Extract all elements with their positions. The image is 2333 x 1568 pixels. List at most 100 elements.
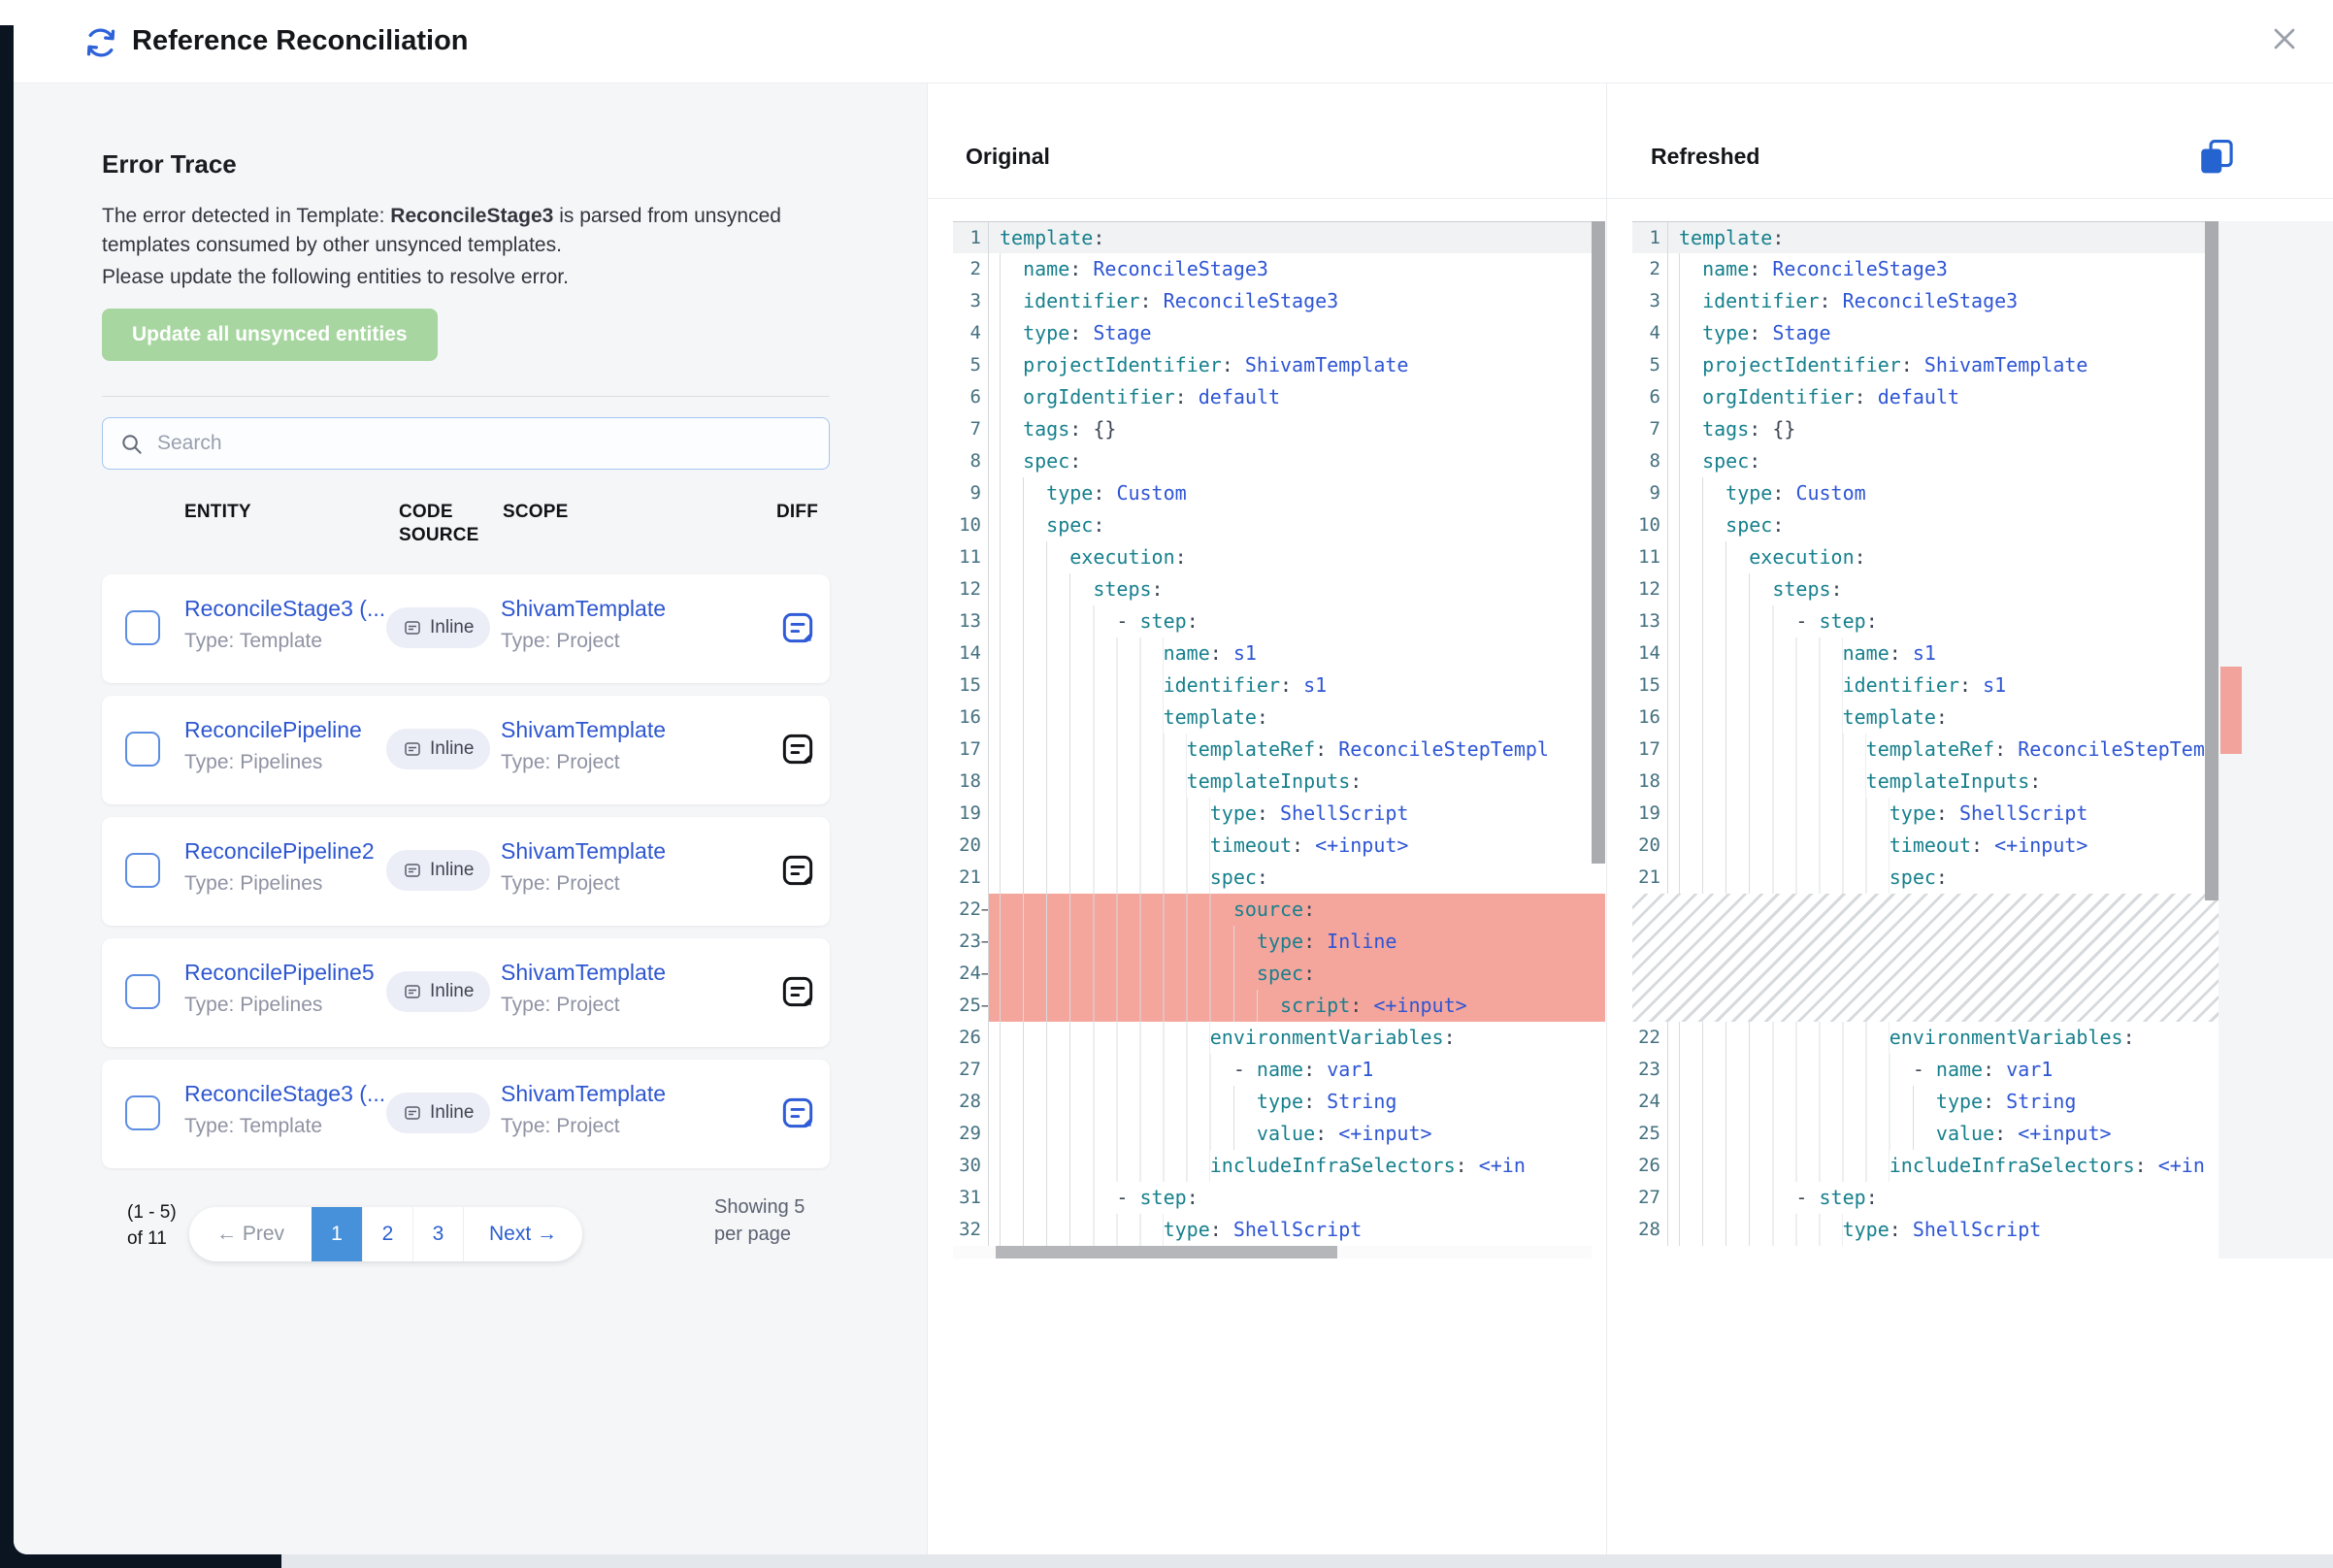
code-line: 15 identifier: s1 [1632, 670, 2218, 702]
update-all-unsynced-entities-button[interactable]: Update all unsynced entities [102, 309, 438, 361]
code-tokens: templateInputs: [1679, 769, 2041, 793]
yaml-key: step [1140, 609, 1187, 633]
table-row[interactable]: ReconcileStage3 (...Type: TemplateInline… [102, 1060, 830, 1168]
code-tokens: spec: [1679, 513, 1784, 537]
original-diff-panel: Original 1template:2 name: ReconcileStag… [927, 83, 1606, 1554]
diff-icon-button[interactable] [779, 852, 816, 889]
code-line-content: execution: [1667, 541, 2218, 573]
yaml-key: step [1820, 1186, 1866, 1209]
code-line-content: template: [988, 702, 1605, 734]
line-number: 5 [1632, 349, 1667, 381]
yaml-key: templateRef [1187, 737, 1315, 761]
diff-icon-button[interactable] [779, 1094, 816, 1131]
table-row[interactable]: ReconcilePipelineType: PipelinesInlineSh… [102, 696, 830, 804]
code-line-content: execution: [988, 541, 1605, 573]
code-tokens: template: [1679, 705, 1948, 729]
code-line: 28 type: String [953, 1086, 1605, 1118]
entity-link[interactable]: ReconcilePipeline5 [184, 960, 375, 985]
entity-link[interactable]: ReconcilePipeline2 [184, 838, 375, 864]
horizontal-scrollbar[interactable] [953, 1246, 1592, 1258]
code-tokens: environmentVariables: [1000, 1026, 1456, 1049]
yaml-value: ShivamTemplate [1924, 353, 2088, 376]
scope-cell: ShivamTemplateType: Project [501, 1081, 724, 1138]
code-source-badge: Inline [386, 729, 490, 769]
search-input[interactable] [157, 418, 817, 469]
page-button-1[interactable]: 1 [312, 1207, 362, 1261]
scope-link[interactable]: ShivamTemplate [501, 717, 666, 742]
code-line-content: identifier: s1 [988, 670, 1605, 702]
entity-link[interactable]: ReconcileStage3 (... [184, 1081, 383, 1106]
line-number: 20 [953, 830, 988, 862]
table-row[interactable]: ReconcilePipeline5Type: PipelinesInlineS… [102, 938, 830, 1047]
line-number: 5 [953, 349, 988, 381]
code-tokens: identifier: ReconcileStage3 [1000, 289, 1338, 312]
yaml-value: Custom [1795, 481, 1865, 505]
yaml-colon: : [1820, 289, 1831, 312]
yaml-key: templateInputs [1187, 769, 1351, 793]
row-checkbox[interactable] [125, 853, 160, 888]
diff-icon-button[interactable] [779, 973, 816, 1010]
code-line-content: type: Stage [1667, 317, 2218, 349]
entity-cell: ReconcileStage3 (...Type: Template [184, 596, 383, 653]
refreshed-code-lines: 1template:2 name: ReconcileStage33 ident… [1632, 221, 2218, 1246]
close-icon[interactable] [2267, 21, 2302, 56]
yaml-value: ReconcileStage3 [1093, 257, 1268, 280]
yaml-colon: : [1175, 385, 1187, 408]
prev-page-button[interactable]: ← Prev [189, 1207, 312, 1261]
scope-link[interactable]: ShivamTemplate [501, 1081, 666, 1106]
code-line: 23 - name: var1 [1632, 1054, 2218, 1086]
yaml-value: ReconcileStage3 [1164, 289, 1339, 312]
code-tokens: orgIdentifier: default [1679, 385, 1959, 408]
yaml-value: <+in [2158, 1154, 2205, 1177]
code-tokens: spec: [1679, 866, 1948, 889]
copy-icon[interactable] [2196, 137, 2237, 178]
code-line-content: identifier: s1 [1667, 670, 2218, 702]
next-page-button[interactable]: Next → [463, 1207, 582, 1261]
pagination-page-size: Showing 5 per page [714, 1193, 809, 1248]
horizontal-scrollbar-thumb[interactable] [996, 1246, 1337, 1258]
code-line-content: environmentVariables: [988, 1022, 1605, 1054]
original-code-editor[interactable]: 1template:2 name: ReconcileStage33 ident… [953, 221, 1605, 1258]
row-checkbox[interactable] [125, 974, 160, 1009]
yaml-key: environmentVariables [1210, 1026, 1444, 1049]
code-line: 10 spec: [1632, 509, 2218, 541]
refreshed-code-editor[interactable]: 1template:2 name: ReconcileStage33 ident… [1632, 221, 2218, 1246]
code-line-content: steps: [988, 573, 1605, 605]
code-line: 20 timeout: <+input> [1632, 830, 2218, 862]
code-tokens: - step: [1679, 609, 1878, 633]
code-tokens: name: ReconcileStage3 [1679, 257, 1948, 280]
scope-link[interactable]: ShivamTemplate [501, 960, 666, 985]
page-button-2[interactable]: 2 [362, 1207, 412, 1261]
vertical-scrollbar[interactable] [1592, 221, 1605, 864]
line-number: 10 [1632, 509, 1667, 541]
yaml-colon: : [1994, 1122, 2006, 1145]
yaml-key: spec [1725, 513, 1772, 537]
line-number: 14 [1632, 637, 1667, 670]
table-row[interactable]: ReconcileStage3 (...Type: TemplateInline… [102, 574, 830, 683]
line-number: 21 [953, 862, 988, 894]
diff-icon-button[interactable] [779, 609, 816, 646]
code-line: 8 spec: [1632, 445, 2218, 477]
table-row[interactable]: ReconcilePipeline2Type: PipelinesInlineS… [102, 817, 830, 926]
entity-link[interactable]: ReconcilePipeline [184, 717, 362, 742]
yaml-key: tags [1023, 417, 1069, 441]
code-line: 30 includeInfraSelectors: <+in [953, 1150, 1605, 1182]
code-line: 16 template: [1632, 702, 2218, 734]
vertical-scrollbar[interactable] [2205, 221, 2218, 900]
entity-link[interactable]: ReconcileStage3 (... [184, 596, 383, 621]
line-number: 2 [953, 253, 988, 285]
line-number: 17 [1632, 734, 1667, 766]
yaml-colon: : [1901, 353, 1913, 376]
yaml-value: ReconcileStepTempl [1338, 737, 1549, 761]
scope-link[interactable]: ShivamTemplate [501, 596, 666, 621]
row-checkbox[interactable] [125, 1095, 160, 1130]
yaml-key: type [1843, 1218, 1889, 1241]
scope-link[interactable]: ShivamTemplate [501, 838, 666, 864]
page-button-3[interactable]: 3 [412, 1207, 463, 1261]
yaml-key: includeInfraSelectors [1889, 1154, 2135, 1177]
diff-icon-button[interactable] [779, 731, 816, 768]
yaml-key: type [1889, 801, 1936, 825]
row-checkbox[interactable] [125, 610, 160, 645]
line-number: 11 [953, 541, 988, 573]
row-checkbox[interactable] [125, 732, 160, 767]
